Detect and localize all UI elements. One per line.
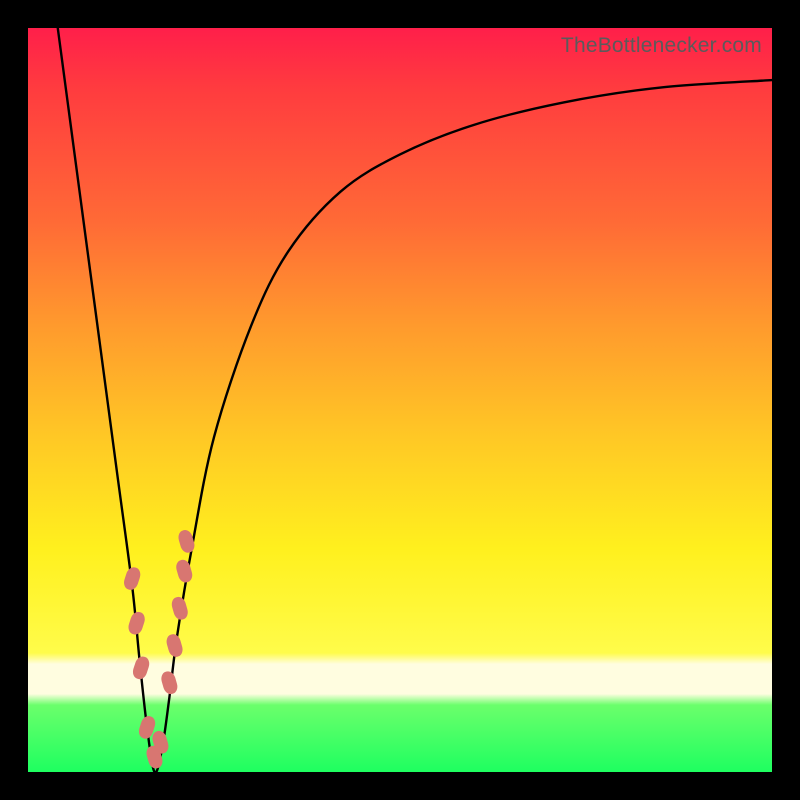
marker-dot <box>177 529 196 554</box>
chart-frame: TheBottlenecker.com <box>0 0 800 800</box>
marker-dot <box>160 670 179 695</box>
plot-area: TheBottlenecker.com <box>28 28 772 772</box>
marker-dot <box>175 559 194 584</box>
marker-dot <box>170 596 189 621</box>
highlight-markers <box>123 529 196 769</box>
curve-svg <box>28 28 772 772</box>
bottleneck-curve <box>58 28 772 773</box>
marker-dot <box>127 611 146 636</box>
marker-dot <box>132 655 151 680</box>
marker-dot <box>165 633 184 658</box>
marker-dot <box>123 566 142 591</box>
